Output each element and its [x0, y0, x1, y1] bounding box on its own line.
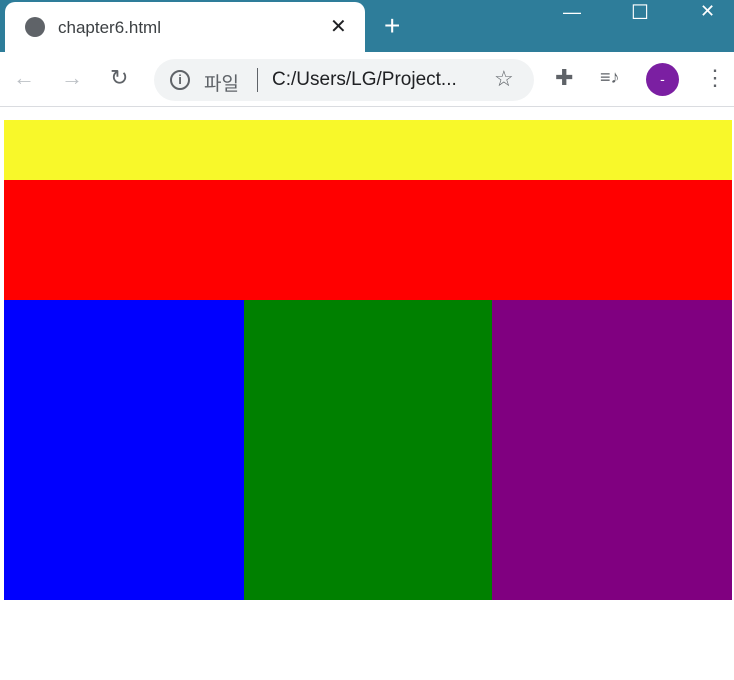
header-box — [4, 120, 732, 180]
divider — [257, 68, 258, 92]
media-control-icon[interactable]: ≡♪ — [600, 67, 620, 88]
tab-title: chapter6.html — [58, 18, 161, 37]
info-icon[interactable]: i — [170, 70, 190, 90]
avatar[interactable]: - — [646, 63, 679, 96]
address-bar[interactable]: i 파일 C:/Users/LG/Project... ☆ — [154, 59, 534, 101]
scheme-label: 파일 — [204, 74, 239, 95]
close-window-button[interactable]: ✕ — [700, 1, 715, 22]
tab-strip: chapter6.html ✕ + — ☐ ✕ — [0, 0, 734, 52]
toolbar: ← → ↻ i 파일 C:/Users/LG/Project... ☆ ✚ ≡♪… — [0, 52, 734, 107]
left-box — [4, 300, 244, 600]
url-text[interactable]: C:/Users/LG/Project... — [272, 69, 457, 91]
tab-chapter6[interactable]: chapter6.html ✕ — [5, 2, 365, 52]
nav-box — [4, 180, 732, 300]
menu-icon[interactable]: ⋮ — [704, 65, 726, 91]
back-button[interactable]: ← — [13, 65, 35, 91]
forward-button[interactable]: → — [61, 65, 83, 91]
reload-button[interactable]: ↻ — [110, 65, 128, 91]
new-tab-button[interactable]: + — [384, 10, 400, 42]
extensions-icon[interactable]: ✚ — [555, 65, 573, 91]
minimize-button[interactable]: — — [563, 2, 581, 23]
globe-icon — [25, 17, 45, 37]
right-box — [492, 300, 732, 600]
center-box — [244, 300, 492, 600]
tab-close-icon[interactable]: ✕ — [330, 14, 347, 39]
bookmark-star-icon[interactable]: ☆ — [494, 66, 514, 92]
maximize-button[interactable]: ☐ — [631, 0, 649, 25]
